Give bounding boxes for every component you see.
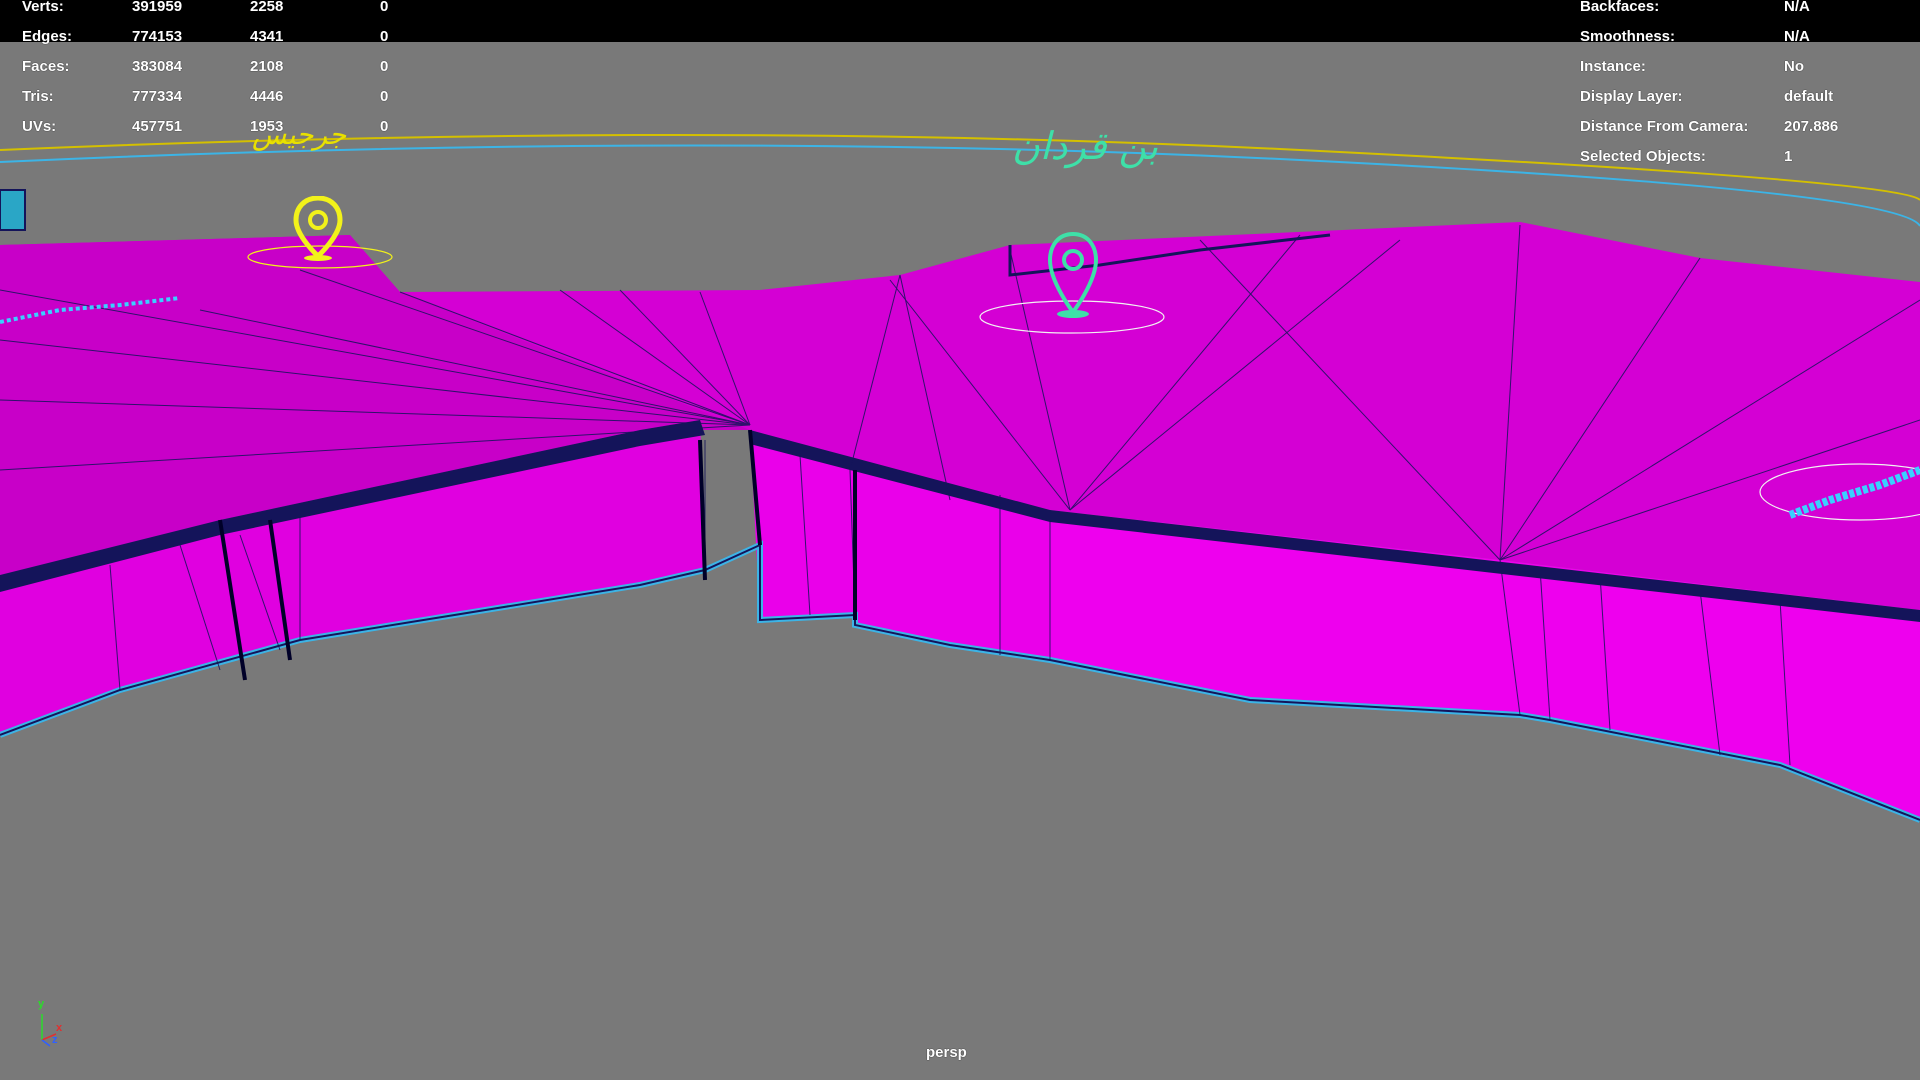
hud-row-smoothness: Smoothness: N/A — [1580, 22, 1914, 52]
hud-row-edges: Edges: 774153 4341 0 — [22, 22, 420, 52]
hud-label: Backfaces: — [1580, 0, 1660, 15]
hud-value: 207.886 — [1784, 118, 1839, 135]
hud-value: N/A — [1784, 28, 1810, 45]
axis-gizmo: y x z — [30, 998, 70, 1050]
hud-label: Faces: — [22, 58, 70, 75]
axis-z-label: z — [52, 1034, 58, 1046]
hud-row-distance: Distance From Camera: 207.886 — [1580, 112, 1914, 142]
hud-value: 383084 — [132, 58, 183, 75]
maya-viewport[interactable]: جرجيس بن قردان Verts: 391959 2258 0 Edge… — [0, 0, 1920, 1080]
hud-row-faces: Faces: 383084 2108 0 — [22, 52, 420, 82]
axis-x-label: x — [56, 1022, 63, 1034]
hud-row-selected: Selected Objects: 1 — [1580, 142, 1914, 172]
city-label-center: بن قردان — [1012, 124, 1159, 168]
hud-value: 4446 — [250, 88, 284, 105]
hud-value: 0 — [380, 0, 389, 15]
hud-value: 2108 — [250, 58, 284, 75]
hud-row-verts: Verts: 391959 2258 0 — [22, 0, 420, 22]
hud-value: 4341 — [250, 28, 284, 45]
poly-count-hud: Verts: 391959 2258 0 Edges: 774153 4341 … — [22, 0, 420, 142]
map-pin-icon[interactable] — [1046, 230, 1100, 320]
hud-value: N/A — [1784, 0, 1810, 15]
object-info-hud: Backfaces: N/A Smoothness: N/A Instance:… — [1580, 0, 1914, 172]
hud-value: 0 — [380, 28, 389, 45]
hud-label: UVs: — [22, 118, 57, 135]
axis-icon — [41, 1014, 57, 1047]
hud-value: 1953 — [250, 118, 284, 135]
hud-label: Tris: — [22, 88, 54, 105]
hud-row-uvs: UVs: 457751 1953 0 — [22, 112, 420, 142]
hud-value: 1 — [1784, 148, 1793, 165]
hud-row-display-layer: Display Layer: default — [1580, 82, 1914, 112]
hud-value: 0 — [380, 58, 389, 75]
camera-name-label: persp — [926, 1044, 967, 1061]
hud-label: Selected Objects: — [1580, 148, 1706, 165]
hud-value: 457751 — [132, 118, 183, 135]
hud-row-tris: Tris: 777334 4446 0 — [22, 82, 420, 112]
hud-label: Instance: — [1580, 58, 1646, 75]
hud-row-backfaces: Backfaces: N/A — [1580, 0, 1914, 22]
hud-label: Distance From Camera: — [1580, 118, 1749, 135]
hud-value: 2258 — [250, 0, 284, 15]
hud-row-instance: Instance: No — [1580, 52, 1914, 82]
hud-label: Display Layer: — [1580, 88, 1683, 105]
hud-value: 391959 — [132, 0, 183, 15]
map-pin-icon[interactable] — [292, 196, 344, 262]
hud-value: 0 — [380, 88, 389, 105]
hud-value: 0 — [380, 118, 389, 135]
axis-y-label: y — [38, 998, 45, 1010]
hud-value: 774153 — [132, 28, 183, 45]
hud-label: Smoothness: — [1580, 28, 1676, 45]
hud-value: 777334 — [132, 88, 183, 105]
hud-value: default — [1784, 88, 1834, 105]
hud-label: Verts: — [22, 0, 64, 15]
hud-label: Edges: — [22, 28, 73, 45]
hud-value: No — [1784, 58, 1804, 75]
